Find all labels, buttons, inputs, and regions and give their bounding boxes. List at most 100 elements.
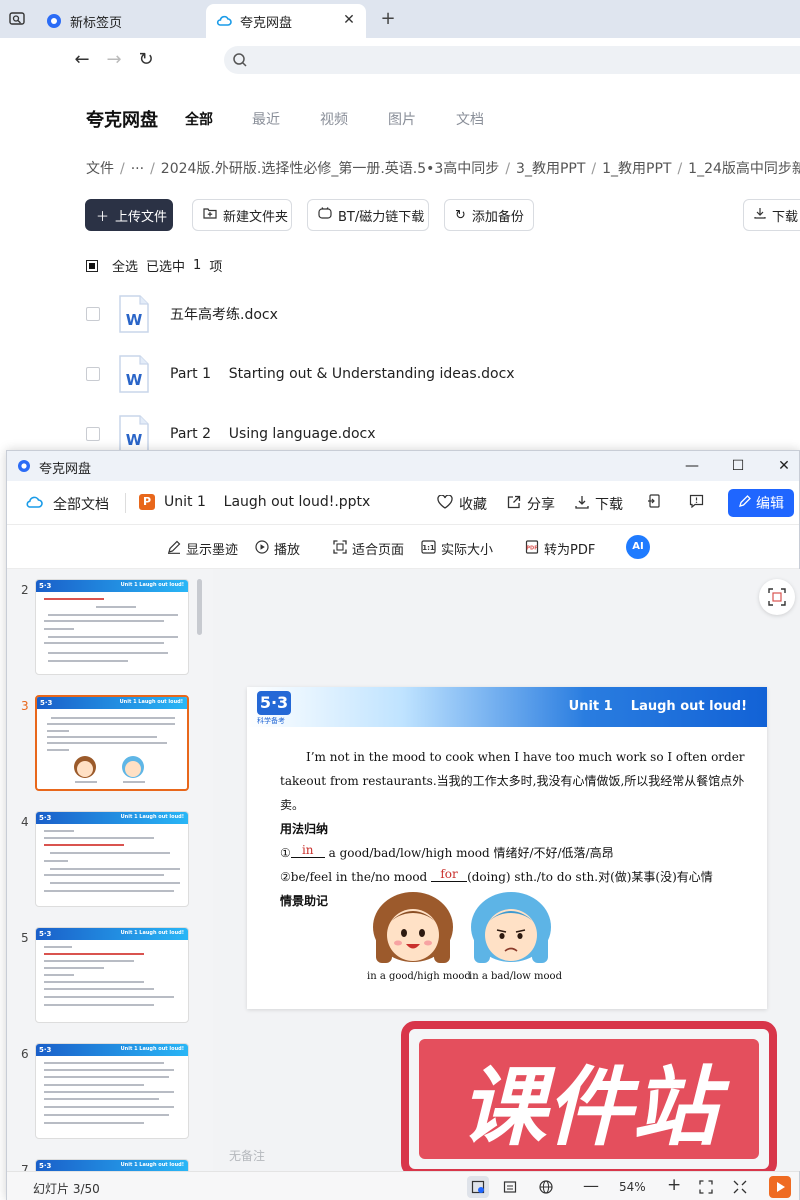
file-row[interactable]: W Part 2 Using language.docx (86, 414, 786, 454)
fit-page-button[interactable]: 适合页面 (333, 539, 404, 558)
usage-item-1: ① in a good/bad/low/high mood 情绪好/不好/低落/高… (280, 843, 614, 860)
thumb-number: 6 (21, 1047, 29, 1061)
caption-good-mood: in a good/high mood (367, 971, 471, 982)
bt-magnet-download-button[interactable]: BT/磁力链下载 (307, 199, 429, 231)
play-button[interactable]: 播放 (255, 539, 300, 558)
feedback-icon[interactable] (689, 494, 704, 508)
convert-pdf-button[interactable]: PDF 转为PDF (525, 539, 595, 558)
nav-tab-recent[interactable]: 最近 (252, 109, 280, 129)
svg-text:W: W (126, 371, 143, 389)
favorite-button[interactable]: 收藏 (437, 494, 487, 514)
word-doc-icon: W (118, 295, 150, 333)
window-menu-icon[interactable] (8, 10, 26, 28)
view-toolbar: 显示墨迹 播放 适合页面 1:1 实际大小 PDF 转为PDF AI (7, 525, 799, 569)
select-all-checkbox[interactable] (86, 259, 98, 272)
reload-icon[interactable]: ↻ (136, 50, 156, 70)
slide-thumbnail[interactable]: 5·3 Unit 1 Laugh out loud! (35, 811, 189, 907)
svg-text:1:1: 1:1 (422, 544, 435, 552)
ink-pen-icon (167, 540, 181, 558)
share-button[interactable]: 分享 (507, 494, 555, 514)
zoom-out-icon[interactable]: — (583, 1176, 599, 1195)
show-ink-button[interactable]: 显示墨迹 (167, 539, 238, 558)
cloud-favicon-icon (216, 13, 232, 29)
breadcrumb-item[interactable]: 1_24版高中同步新 (688, 161, 800, 177)
slide-thumbnail[interactable]: 5·3 Unit 1 Laugh out loud! (35, 579, 189, 675)
normal-view-icon[interactable] (467, 1176, 489, 1198)
selected-prefix: 已选中 (146, 260, 186, 275)
speaker-notes: 无备注 (229, 1149, 266, 1163)
toolbar-divider (125, 493, 126, 513)
tab-quark-drive[interactable]: 夸克网盘 ✕ (206, 4, 366, 38)
file-checkbox[interactable] (86, 427, 100, 441)
file-row[interactable]: W 五年高考练.docx (86, 294, 786, 334)
ai-assistant-button[interactable]: AI (626, 535, 650, 559)
all-docs-button[interactable]: 全部文档 (25, 494, 109, 514)
tab-new-tab[interactable]: 新标签页 (36, 4, 202, 38)
fit-window-icon[interactable] (699, 1180, 713, 1197)
back-arrow-icon[interactable]: ← (72, 50, 92, 70)
svg-text:W: W (126, 431, 143, 449)
url-input[interactable] (224, 46, 800, 74)
zoom-in-icon[interactable]: + (667, 1175, 681, 1195)
thumb-number: 2 (21, 583, 29, 597)
caption-bad-mood: in a bad/low mood (469, 971, 562, 982)
breadcrumb-item[interactable]: 2024版.外研版.选择性必修_第一册.英语.5•3高中同步 (161, 161, 500, 177)
notes-view-icon[interactable] (503, 1180, 517, 1197)
breadcrumb-item[interactable]: 文件 (86, 161, 114, 177)
new-folder-button[interactable]: 新建文件夹 (192, 199, 292, 231)
heart-icon (437, 494, 453, 513)
breadcrumb-item[interactable]: 1_教用PPT (602, 161, 671, 177)
nav-tab-docs[interactable]: 文档 (456, 109, 484, 129)
file-name: Part 2 Using language.docx (170, 426, 376, 442)
slide-thumbnail-active[interactable]: 5·3 Unit 1 Laugh out loud! (35, 695, 189, 791)
tab-title: 夸克网盘 (240, 15, 293, 31)
file-checkbox[interactable] (86, 367, 100, 381)
thumbnail-scrollbar[interactable] (197, 579, 202, 635)
folder-plus-icon (203, 207, 217, 223)
add-backup-button[interactable]: ↻ 添加备份 (444, 199, 534, 231)
quark-logo-icon (17, 459, 31, 477)
close-window-icon[interactable]: ✕ (773, 455, 795, 477)
file-name: Part 1 Starting out & Understanding idea… (170, 366, 515, 382)
nav-tab-all[interactable]: 全部 (185, 109, 213, 129)
selected-suffix: 项 (209, 260, 223, 275)
viewer-download-button[interactable]: 下载 (575, 494, 623, 514)
nav-tab-images[interactable]: 图片 (388, 109, 416, 129)
slide-paragraph: I’m not in the mood to cook when I have … (280, 750, 745, 812)
extract-text-button[interactable] (759, 579, 795, 615)
close-tab-icon[interactable]: ✕ (342, 13, 356, 27)
slide-thumbnail[interactable]: 5·3 Unit 1 Laugh out loud! (35, 1043, 189, 1139)
browser-tab-bar: 新标签页 夸克网盘 ✕ + (0, 0, 800, 38)
file-name: 五年高考练.docx (170, 307, 278, 323)
pdf-icon: PDF (525, 539, 539, 558)
slide-thumbnail-panel: 2 5·3 Unit 1 Laugh out loud! 3 5·3 Unit 1 … (7, 569, 213, 1171)
slideshow-play-icon[interactable] (769, 1176, 791, 1198)
upload-button[interactable]: ＋上传文件 (85, 199, 173, 231)
forward-arrow-icon[interactable]: → (104, 50, 124, 70)
slide-logo: 5·3 (257, 691, 291, 715)
plus-icon: ＋ (96, 209, 110, 225)
maximize-icon[interactable]: ☐ (727, 455, 749, 477)
download-icon (754, 207, 766, 223)
file-row[interactable]: W Part 1 Starting out & Understanding id… (86, 354, 786, 394)
actual-size-button[interactable]: 1:1 实际大小 (421, 539, 493, 558)
nav-tab-video[interactable]: 视频 (320, 109, 348, 129)
file-checkbox[interactable] (86, 307, 100, 321)
brand-title: 夸克网盘 (86, 110, 158, 131)
new-tab-plus-icon[interactable]: + (378, 9, 398, 29)
answer-blank: in (290, 843, 325, 858)
open-external-icon[interactable] (647, 494, 661, 508)
edit-button[interactable]: 编辑 (728, 489, 794, 517)
breadcrumb: 文件 / ···/2024版.外研版.选择性必修_第一册.英语.5•3高中同步/3_… (86, 158, 800, 178)
breadcrumb-item[interactable]: 3_教用PPT (516, 161, 585, 177)
fullscreen-icon[interactable] (733, 1180, 747, 1197)
answer-blank: for (431, 867, 468, 882)
minimize-icon[interactable]: — (681, 455, 703, 477)
breadcrumb-item[interactable]: ··· (131, 161, 144, 177)
select-all-label[interactable]: 全选 (112, 256, 138, 275)
web-view-icon[interactable] (539, 1180, 553, 1197)
svg-text:课件站: 课件站 (460, 1058, 730, 1158)
slide-thumbnail[interactable]: 5·3 Unit 1 Laugh out loud! (35, 927, 189, 1023)
download-button[interactable]: 下载 (743, 199, 800, 231)
slide-thumbnail[interactable]: 5·3 Unit 1 Laugh out loud! (35, 1159, 189, 1171)
